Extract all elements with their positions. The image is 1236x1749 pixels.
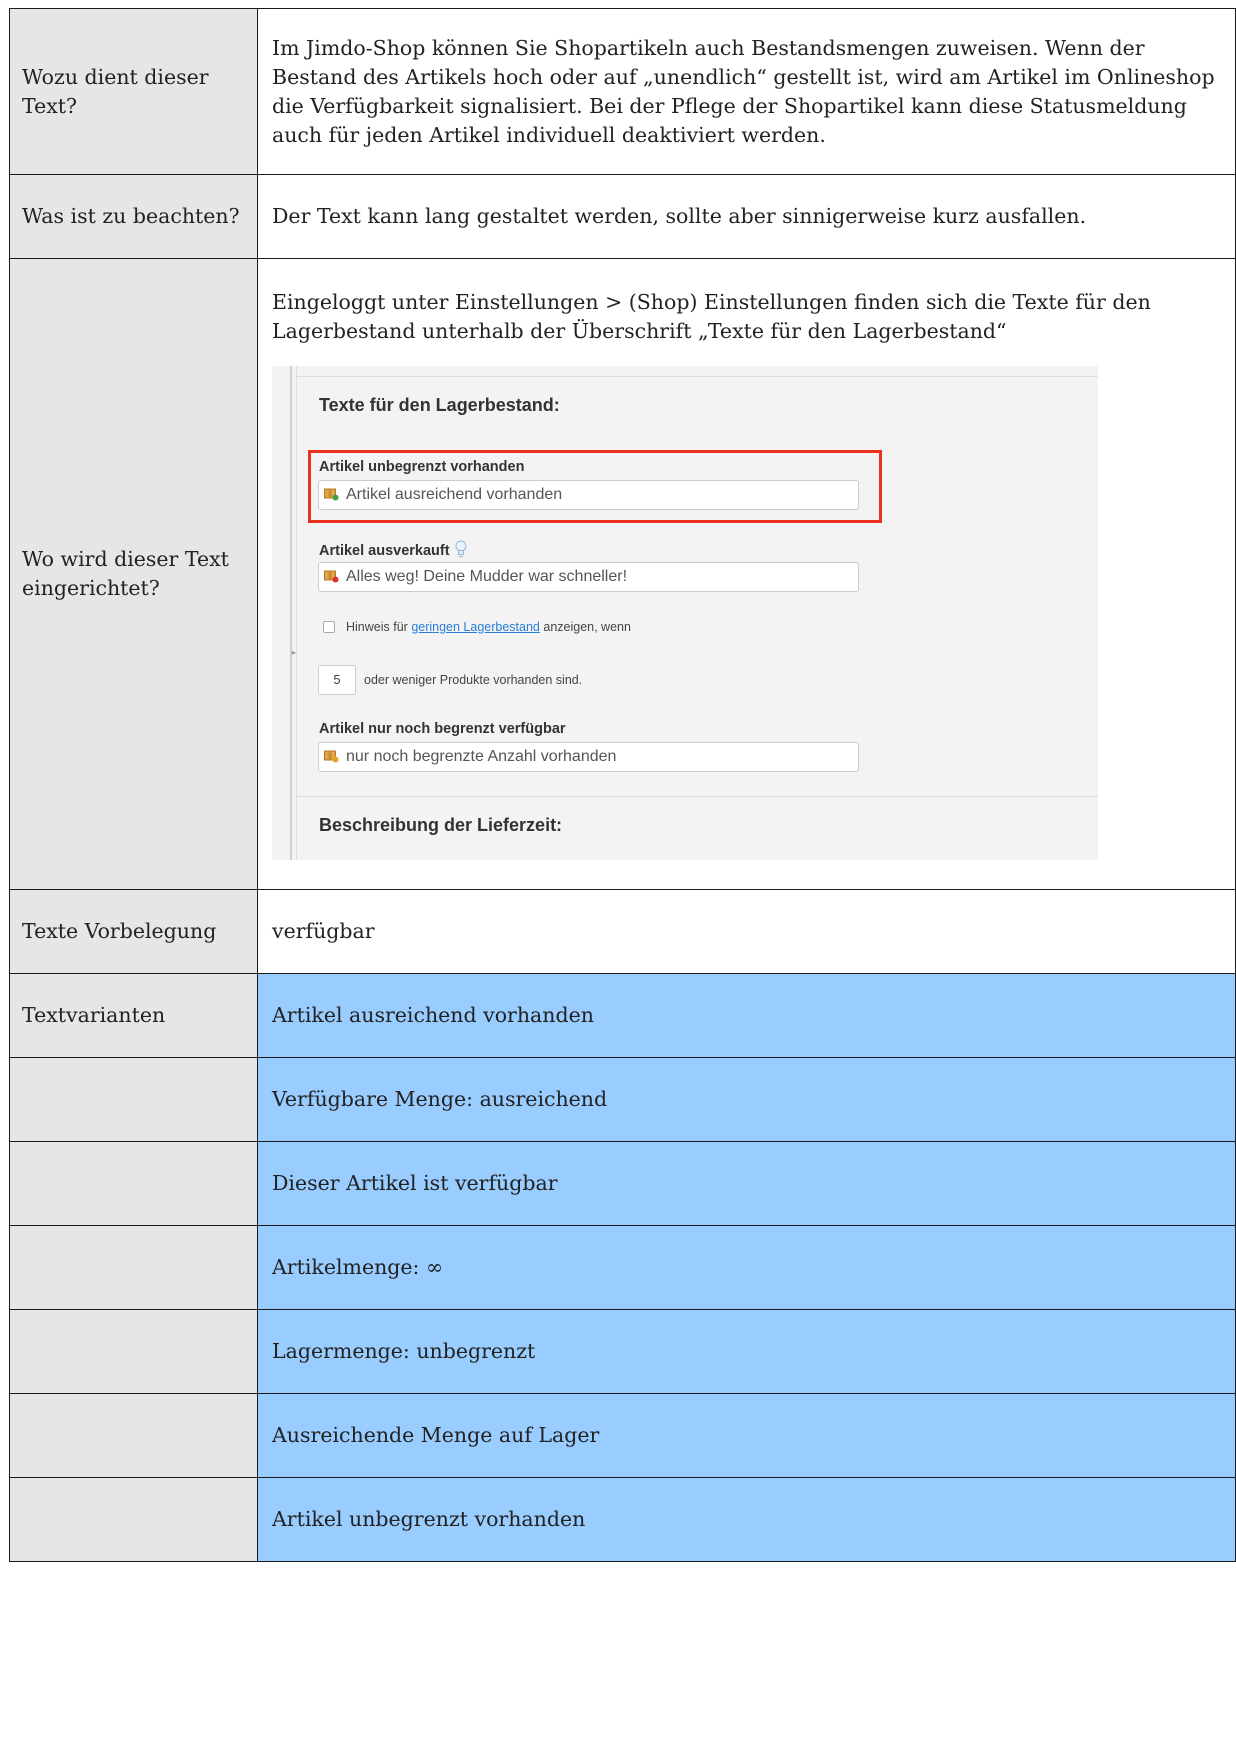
soldout-input-value: Alles weg! Deine Mudder war schneller! <box>346 568 628 585</box>
variant-cell: Artikel ausreichend vorhanden <box>257 973 1236 1058</box>
row-label-empty <box>9 1057 258 1142</box>
table-row: Wozu dient dieser Text? Im Jimdo-Shop kö… <box>9 8 1236 175</box>
low-stock-suffix: anzeigen, wenn <box>543 620 631 634</box>
row-label: Texte Vorbelegung <box>9 889 258 974</box>
row-label: Textvarianten <box>9 973 258 1058</box>
row-label: Wo wird dieser Text eingerichtet? <box>9 258 258 890</box>
note-text: Der Text kann lang gestaltet werden, sol… <box>272 204 1087 228</box>
variant-cell: Ausreichende Menge auf Lager <box>257 1393 1236 1478</box>
table-row: Textvarianten Artikel ausreichend vorhan… <box>9 973 1236 1058</box>
soldout-label-row: Artikel ausverkauft <box>319 540 467 560</box>
panel-top-divider <box>296 376 1098 377</box>
row-content: Der Text kann lang gestaltet werden, sol… <box>257 174 1236 259</box>
settings-screenshot: ▸ Texte für den Lagerbestand: Artikel un… <box>272 366 1098 860</box>
row-label-empty <box>9 1477 258 1562</box>
low-stock-checkbox[interactable] <box>323 621 335 633</box>
table-row: Artikelmenge: ∞ <box>9 1225 1236 1310</box>
row-label-empty <box>9 1141 258 1226</box>
location-text: Eingeloggt unter Einstellungen > (Shop) … <box>272 290 1151 343</box>
variant-cell: Lagermenge: unbegrenzt <box>257 1309 1236 1394</box>
panel-rail-inner <box>296 366 297 860</box>
table-row: Lagermenge: unbegrenzt <box>9 1309 1236 1394</box>
soldout-input[interactable]: Alles weg! Deine Mudder war schneller! <box>318 562 859 592</box>
limited-input-value: nur noch begrenzte Anzahl vorhanden <box>346 748 617 765</box>
row-content: Eingeloggt unter Einstellungen > (Shop) … <box>257 258 1236 890</box>
collapse-caret-icon: ▸ <box>292 648 297 657</box>
variant-cell: Artikelmenge: ∞ <box>257 1225 1236 1310</box>
row-label-empty <box>9 1393 258 1478</box>
threshold-input[interactable]: 5 <box>318 665 356 695</box>
lightbulb-icon[interactable] <box>455 540 467 558</box>
row-label: Was ist zu beachten? <box>9 174 258 259</box>
unlimited-input-value: Artikel ausreichend vorhanden <box>346 486 563 503</box>
variant-cell: Dieser Artikel ist verfügbar <box>257 1141 1236 1226</box>
row-label-empty <box>9 1225 258 1310</box>
low-stock-link[interactable]: geringen Lagerbestand <box>411 620 540 634</box>
purpose-text: Im Jimdo-Shop können Sie Shopartikeln au… <box>272 35 1215 147</box>
table-row: Texte Vorbelegung verfügbar <box>9 889 1236 974</box>
unlimited-label: Artikel unbegrenzt vorhanden <box>319 459 525 475</box>
low-stock-text: Hinweis für geringen Lagerbestand anzeig… <box>346 619 631 635</box>
panel-rail <box>290 366 292 860</box>
delivery-time-heading: Beschreibung der Lieferzeit: <box>319 815 563 835</box>
row-content: verfügbar <box>257 889 1236 974</box>
row-label-empty <box>9 1309 258 1394</box>
stock-texts-heading: Texte für den Lagerbestand: <box>319 395 560 415</box>
row-label: Wozu dient dieser Text? <box>9 8 258 175</box>
soldout-label: Artikel ausverkauft <box>319 543 450 559</box>
table-row: Dieser Artikel ist verfügbar <box>9 1141 1236 1226</box>
variant-cell: Artikel unbegrenzt vorhanden <box>257 1477 1236 1562</box>
limited-label: Artikel nur noch begrenzt verfügbar <box>319 721 566 737</box>
section-divider <box>296 796 1098 797</box>
table-row: Was ist zu beachten? Der Text kann lang … <box>9 174 1236 259</box>
package-available-icon <box>324 488 339 501</box>
variant-cell: Verfügbare Menge: ausreichend <box>257 1057 1236 1142</box>
low-stock-prefix: Hinweis für <box>346 620 408 634</box>
table-row: Wo wird dieser Text eingerichtet? Eingel… <box>9 258 1236 890</box>
package-soldout-icon <box>324 570 339 583</box>
table-row: Verfügbare Menge: ausreichend <box>9 1057 1236 1142</box>
row-content: Im Jimdo-Shop können Sie Shopartikeln au… <box>257 8 1236 175</box>
package-limited-icon <box>324 750 339 763</box>
unlimited-input[interactable]: Artikel ausreichend vorhanden <box>318 480 859 510</box>
threshold-text: oder weniger Produkte vorhanden sind. <box>364 673 583 687</box>
info-table: Wozu dient dieser Text? Im Jimdo-Shop kö… <box>9 8 1236 1562</box>
table-row: Artikel unbegrenzt vorhanden <box>9 1477 1236 1562</box>
table-row: Ausreichende Menge auf Lager <box>9 1393 1236 1478</box>
limited-input[interactable]: nur noch begrenzte Anzahl vorhanden <box>318 742 859 772</box>
